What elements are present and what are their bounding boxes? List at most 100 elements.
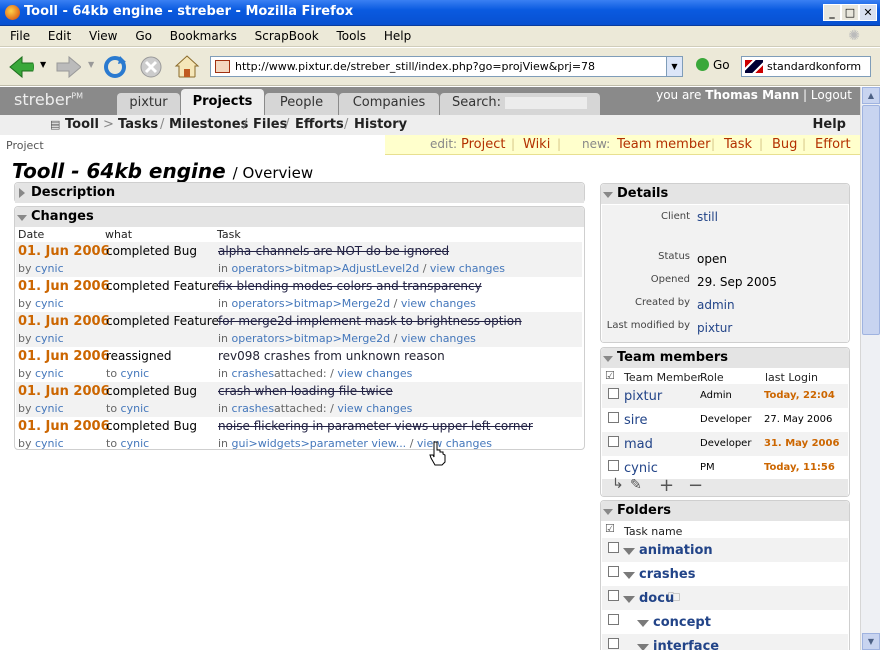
folder-name[interactable]: animation bbox=[639, 543, 713, 558]
new-team-member-link[interactable]: Team member bbox=[617, 137, 710, 152]
created-by-value[interactable]: admin bbox=[697, 298, 735, 312]
changes-header[interactable]: Changes bbox=[15, 207, 584, 227]
change-by-user[interactable]: cynic bbox=[35, 367, 64, 380]
view-changes-link[interactable]: view changes bbox=[401, 297, 476, 310]
new-bug-link[interactable]: Bug bbox=[772, 137, 797, 152]
change-by-user[interactable]: cynic bbox=[35, 297, 64, 310]
task-path-link[interactable]: operators>bitmap>AdjustLevel2d bbox=[232, 262, 420, 275]
menu-bookmarks[interactable]: Bookmarks bbox=[170, 29, 237, 43]
view-changes-link[interactable]: view changes bbox=[337, 402, 412, 415]
url-bar[interactable]: http://www.pixtur.de/streber_still/index… bbox=[210, 56, 683, 77]
change-to-user[interactable]: cynic bbox=[121, 437, 150, 450]
menu-scrapbook[interactable]: ScrapBook bbox=[255, 29, 319, 43]
subnav-milestones[interactable]: Milestones bbox=[169, 117, 248, 132]
app-search-input[interactable] bbox=[505, 97, 587, 109]
task-path-link[interactable]: crashes bbox=[232, 367, 275, 380]
change-task-link[interactable]: alpha-channels are NOT do be ignored bbox=[218, 244, 449, 258]
change-to-user[interactable]: cynic bbox=[121, 402, 150, 415]
tab-pixtur[interactable]: pixtur bbox=[117, 93, 180, 115]
home-icon[interactable] bbox=[174, 54, 200, 80]
change-task-link[interactable]: fix blending modes colors and transparen… bbox=[218, 279, 482, 293]
folder-name[interactable]: interface bbox=[653, 639, 719, 650]
folder-expand-icon[interactable] bbox=[637, 620, 649, 627]
help-link[interactable]: Help bbox=[813, 117, 846, 132]
row-checkbox[interactable] bbox=[608, 542, 619, 553]
close-window-button[interactable]: ✕ bbox=[859, 4, 877, 21]
folder-expand-icon[interactable] bbox=[623, 572, 635, 579]
tab-people[interactable]: People bbox=[265, 93, 338, 115]
change-task-link[interactable]: noise flickering in parameter views uppe… bbox=[218, 419, 533, 433]
folder-expand-icon[interactable] bbox=[623, 596, 635, 603]
change-by-user[interactable]: cynic bbox=[35, 437, 64, 450]
subnav-tooll[interactable]: Tooll bbox=[65, 117, 99, 132]
client-value[interactable]: still bbox=[697, 210, 718, 224]
select-all-icon[interactable]: ☑ bbox=[605, 522, 615, 535]
new-effort-link[interactable]: Effort bbox=[815, 137, 851, 152]
subnav-history[interactable]: History bbox=[354, 117, 407, 132]
scrollbar-thumb[interactable] bbox=[862, 105, 880, 335]
url-dropdown-icon[interactable]: ▼ bbox=[666, 57, 682, 76]
task-path-link[interactable]: gui>widgets>parameter view... bbox=[232, 437, 407, 450]
subnav-efforts[interactable]: Efforts bbox=[295, 117, 344, 132]
last-modified-value[interactable]: pixtur bbox=[697, 321, 732, 335]
folders-header[interactable]: Folders bbox=[601, 501, 849, 521]
row-checkbox[interactable] bbox=[608, 412, 619, 423]
row-checkbox[interactable] bbox=[608, 460, 619, 471]
row-checkbox[interactable] bbox=[608, 436, 619, 447]
edit-icon[interactable]: ✎ bbox=[630, 477, 642, 493]
page-scrollbar[interactable]: ▲ ▼ bbox=[860, 87, 880, 650]
search-box[interactable]: standardkonform bbox=[741, 56, 871, 77]
change-by-user[interactable]: cynic bbox=[35, 402, 64, 415]
select-all-icon[interactable]: ☑ bbox=[605, 369, 615, 382]
folder-expand-icon[interactable] bbox=[637, 644, 649, 650]
go-button[interactable]: Go bbox=[696, 58, 730, 72]
back-dropdown-icon[interactable]: ▼ bbox=[40, 60, 46, 69]
new-task-link[interactable]: Task bbox=[724, 137, 752, 152]
remove-icon[interactable]: − bbox=[688, 475, 703, 496]
row-checkbox[interactable] bbox=[608, 614, 619, 625]
row-checkbox[interactable] bbox=[608, 590, 619, 601]
edit-wiki-link[interactable]: Wiki bbox=[523, 137, 550, 152]
menu-tools[interactable]: Tools bbox=[336, 29, 366, 43]
task-path-link[interactable]: operators>bitmap>Merge2d bbox=[232, 332, 391, 345]
change-to-user[interactable]: cynic bbox=[121, 367, 150, 380]
view-changes-link[interactable]: view changes bbox=[401, 332, 476, 345]
row-checkbox[interactable] bbox=[608, 388, 619, 399]
scroll-up-icon[interactable]: ▲ bbox=[862, 87, 880, 104]
team-member-name[interactable]: sire bbox=[624, 413, 647, 428]
menu-help[interactable]: Help bbox=[384, 29, 411, 43]
tab-projects[interactable]: Projects bbox=[181, 89, 264, 115]
change-task-link[interactable]: crash when loading file twice bbox=[218, 384, 393, 398]
reload-icon[interactable] bbox=[102, 54, 128, 80]
change-by-user[interactable]: cynic bbox=[35, 332, 64, 345]
maximize-button[interactable]: □ bbox=[841, 4, 859, 21]
team-member-name[interactable]: mad bbox=[624, 437, 653, 452]
task-path-link[interactable]: crashes bbox=[232, 402, 275, 415]
change-task-link[interactable]: rev098 crashes from unknown reason bbox=[218, 349, 445, 363]
back-icon[interactable] bbox=[8, 54, 34, 80]
add-icon[interactable]: + bbox=[659, 475, 674, 496]
change-by-user[interactable]: cynic bbox=[35, 262, 64, 275]
user-name[interactable]: Thomas Mann bbox=[705, 88, 799, 102]
menu-go[interactable]: Go bbox=[135, 29, 152, 43]
scroll-down-icon[interactable]: ▼ bbox=[862, 633, 880, 650]
forward-dropdown-icon[interactable]: ▼ bbox=[88, 60, 94, 69]
subnav-files[interactable]: Files bbox=[253, 117, 287, 132]
menu-file[interactable]: File bbox=[10, 29, 30, 43]
forward-icon[interactable] bbox=[55, 54, 81, 80]
folder-name[interactable]: crashes bbox=[639, 567, 695, 582]
tab-companies[interactable]: Companies bbox=[339, 93, 439, 115]
row-checkbox[interactable] bbox=[608, 638, 619, 649]
row-checkbox[interactable] bbox=[608, 566, 619, 577]
menu-edit[interactable]: Edit bbox=[48, 29, 71, 43]
details-header[interactable]: Details bbox=[601, 184, 849, 204]
stop-icon[interactable] bbox=[138, 54, 164, 80]
task-path-link[interactable]: operators>bitmap>Merge2d bbox=[232, 297, 391, 310]
menu-view[interactable]: View bbox=[89, 29, 117, 43]
change-task-link[interactable]: for merge2d implement mask to brightness… bbox=[218, 314, 522, 328]
edit-project-link[interactable]: Project bbox=[461, 137, 505, 152]
team-member-name[interactable]: pixtur bbox=[624, 389, 662, 404]
description-header[interactable]: Description bbox=[15, 183, 584, 203]
view-changes-link[interactable]: view changes bbox=[337, 367, 412, 380]
folder-expand-icon[interactable] bbox=[623, 548, 635, 555]
